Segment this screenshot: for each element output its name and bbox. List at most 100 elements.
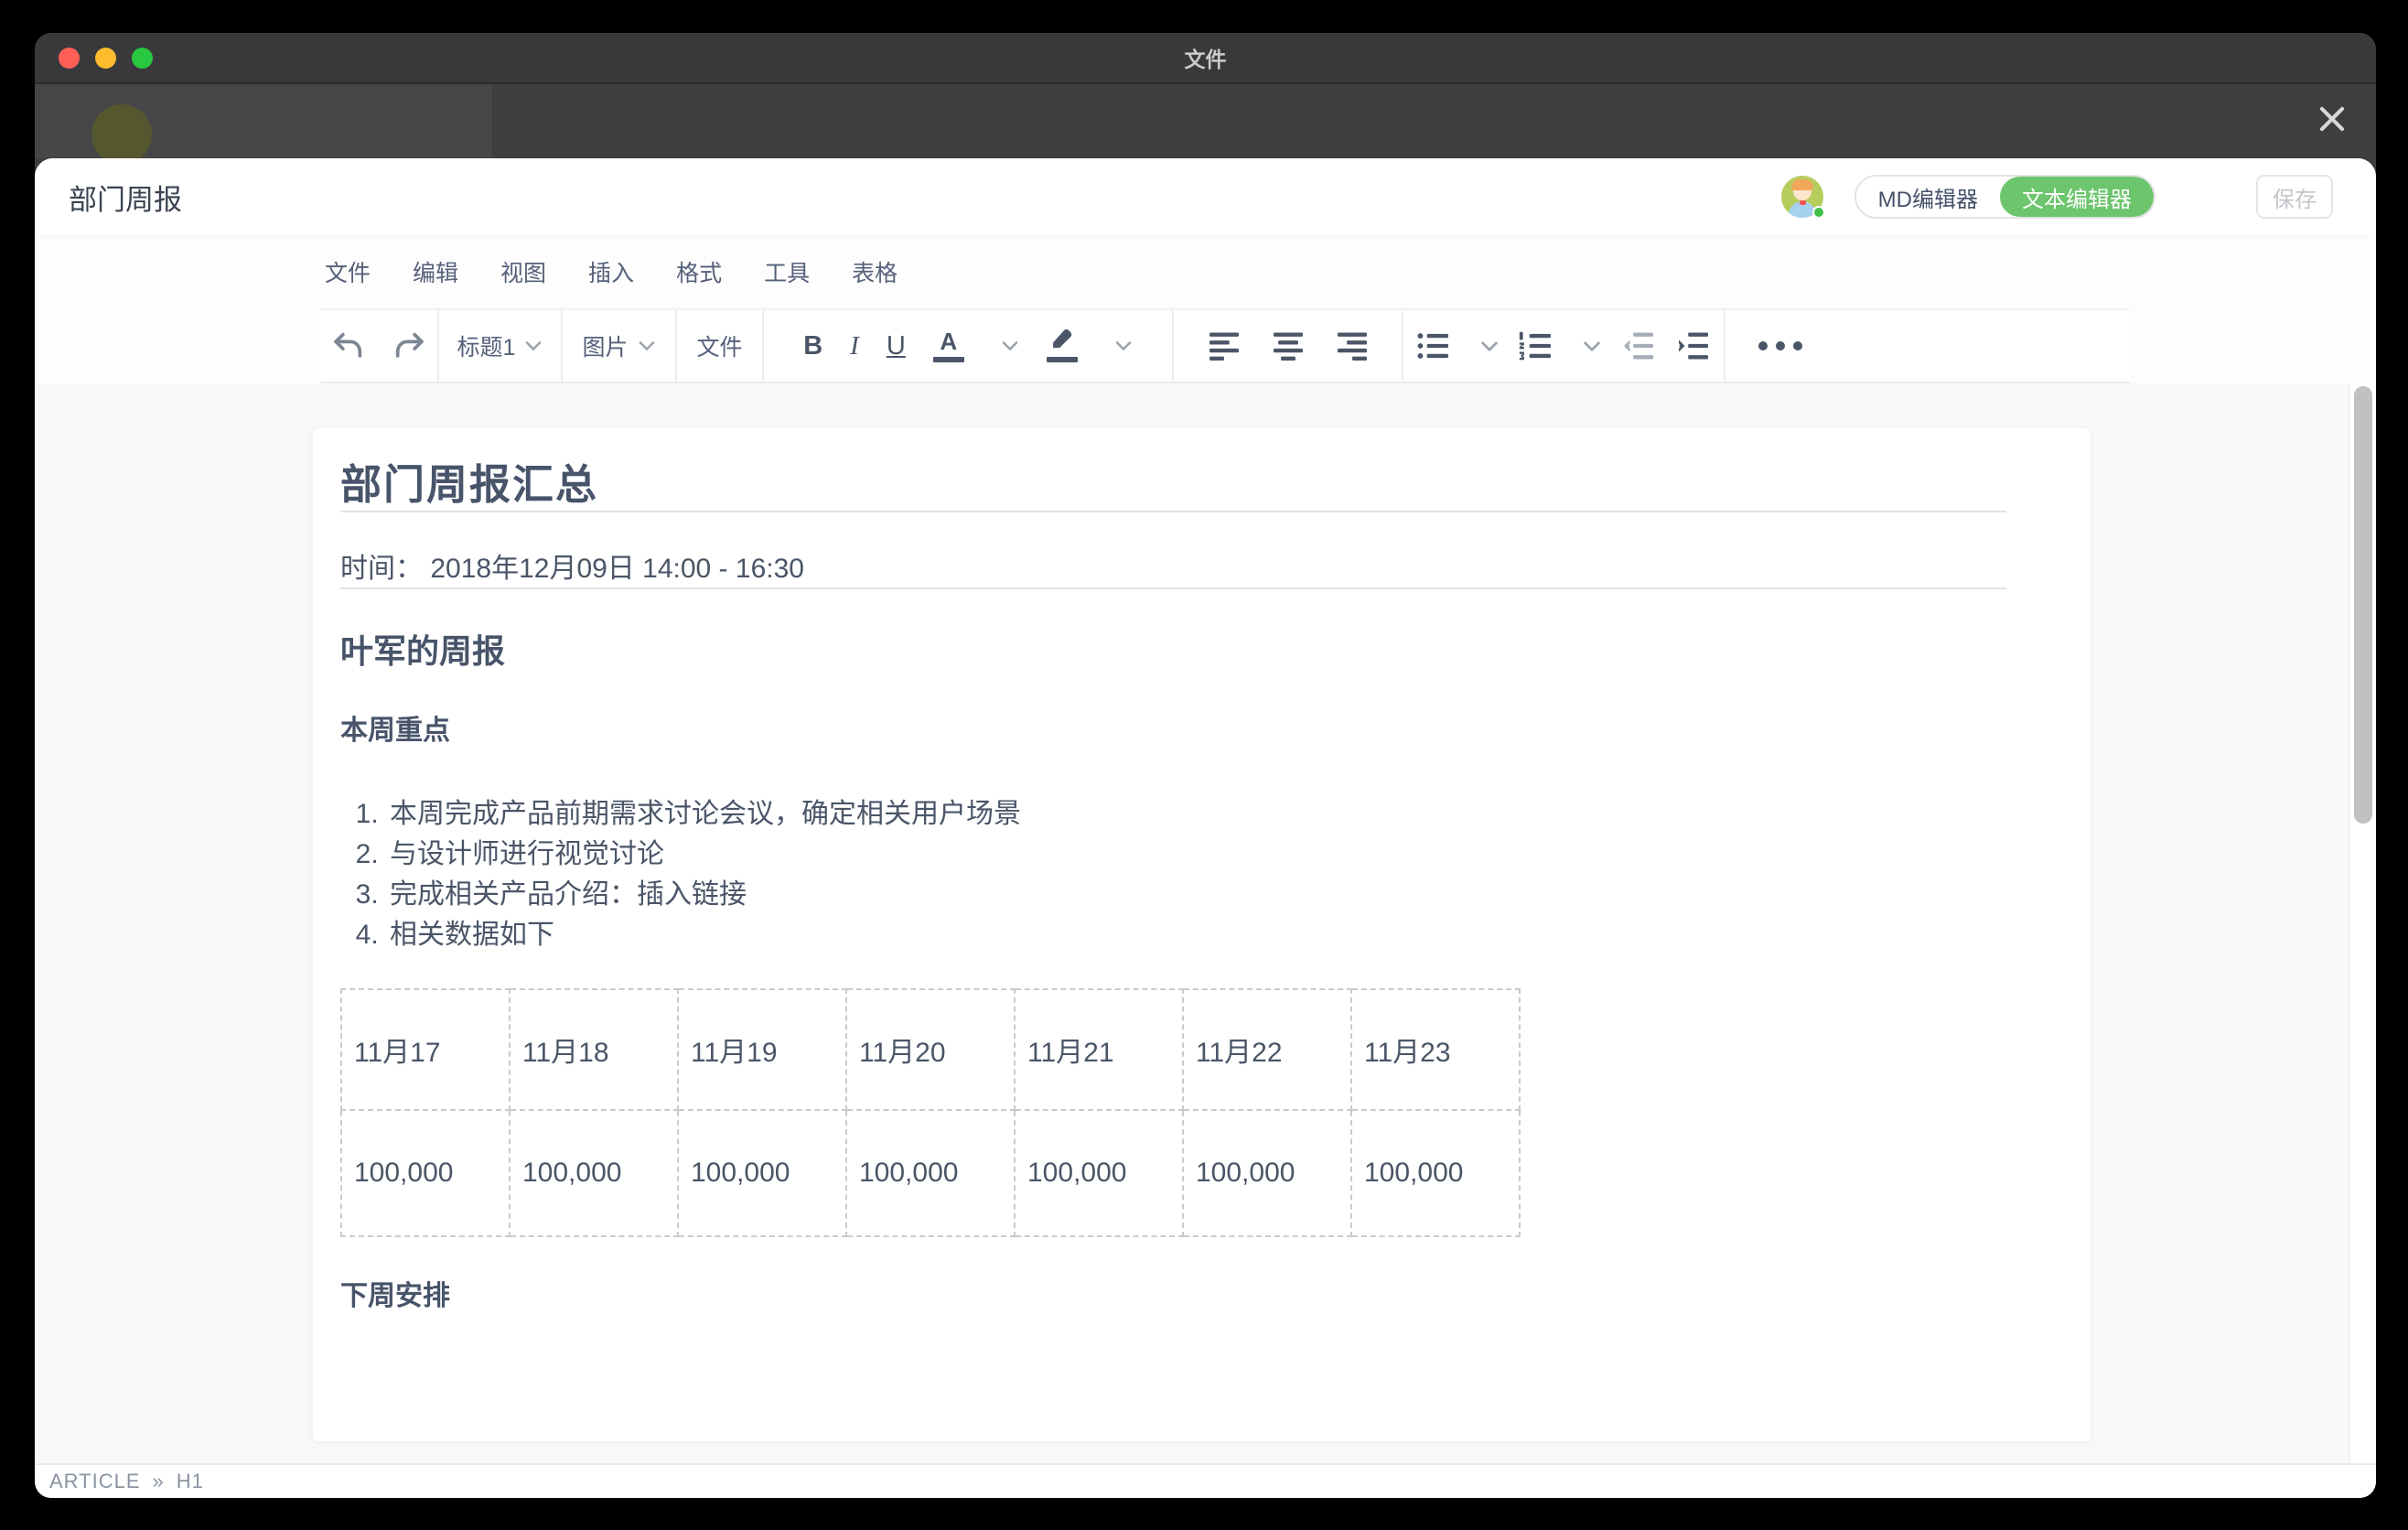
screen: 文件 部门周报 — [0, 0, 2408, 1530]
page-scrollbar[interactable] — [2349, 383, 2376, 1463]
highlight-bar — [1047, 357, 1078, 362]
doc-table[interactable]: 11月1711月1811月1911月2011月2111月2211月23100,0… — [340, 988, 1521, 1237]
breadcrumb-segment: H1 — [177, 1470, 204, 1493]
bullet-list-icon — [1415, 331, 1452, 361]
chevron-down-icon — [638, 339, 656, 352]
traffic-lights — [59, 33, 153, 82]
minimize-traffic-light[interactable] — [95, 48, 116, 69]
heading-group: 标题1 — [439, 310, 563, 382]
align-left-icon — [1207, 331, 1242, 361]
indent-button[interactable] — [1675, 331, 1712, 361]
menu-item[interactable]: 视图 — [500, 255, 546, 288]
md-editor-button[interactable]: MD编辑器 — [1856, 177, 2000, 217]
menu-item[interactable]: 工具 — [764, 255, 810, 288]
doc-list-item[interactable]: 与设计师进行视觉讨论 — [386, 835, 2006, 875]
redo-icon — [392, 330, 426, 361]
close-icon — [2315, 102, 2349, 136]
close-traffic-light[interactable] — [59, 48, 80, 69]
doc-time-line[interactable]: 时间： 2018年12月09日 14:00 - 16:30 — [340, 551, 2006, 587]
menu-item[interactable]: 文件 — [325, 255, 371, 288]
dialog-header: 部门周报 MD编辑器 文本编辑器 保存 — [35, 158, 2376, 235]
image-group: 图片 — [563, 310, 677, 382]
table-header-cell[interactable]: 11月17 — [341, 989, 510, 1110]
table-header-cell[interactable]: 11月22 — [1183, 989, 1351, 1110]
undo-button[interactable] — [331, 330, 366, 361]
table-value-cell[interactable]: 100,000 — [341, 1110, 510, 1236]
table-row: 11月1711月1811月1911月2011月2111月2211月23 — [341, 989, 1520, 1110]
table-header-cell[interactable]: 11月18 — [510, 989, 678, 1110]
status-bar: ARTICLE » H1 — [35, 1463, 2376, 1498]
chevron-down-icon[interactable] — [1479, 339, 1500, 353]
menu-item[interactable]: 编辑 — [413, 255, 458, 288]
table-header-cell[interactable]: 11月20 — [846, 989, 1015, 1110]
highlighter-icon — [1047, 329, 1078, 353]
doc-subsection-this-week[interactable]: 本周重点 — [340, 714, 2006, 749]
outdent-icon — [1620, 331, 1657, 361]
menu-item[interactable]: 格式 — [676, 255, 722, 288]
save-button[interactable]: 保存 — [2256, 175, 2333, 219]
redo-button[interactable] — [392, 330, 426, 361]
table-header-cell[interactable]: 11月23 — [1351, 989, 1520, 1110]
insert-file-button[interactable]: 文件 — [696, 329, 742, 362]
doc-section-heading[interactable]: 叶军的周报 — [340, 631, 2006, 672]
chevron-down-icon[interactable] — [1582, 339, 1602, 353]
table-value-cell[interactable]: 100,000 — [510, 1110, 678, 1236]
numbered-list-icon — [1518, 331, 1554, 361]
align-center-icon — [1271, 331, 1306, 361]
chevron-down-icon[interactable] — [1114, 339, 1133, 352]
table-header-cell[interactable]: 11月19 — [678, 989, 846, 1110]
menu-item[interactable]: 表格 — [852, 255, 898, 288]
doc-list-item[interactable]: 完成相关产品介绍：插入链接 — [386, 875, 2006, 915]
doc-subsection-next-week[interactable]: 下周安排 — [340, 1279, 2006, 1314]
align-right-button[interactable] — [1335, 331, 1370, 361]
zoom-traffic-light[interactable] — [132, 48, 153, 69]
text-editor-button[interactable]: 文本编辑器 — [2000, 177, 2154, 217]
document-title: 部门周报 — [69, 177, 182, 218]
scrollbar-thumb[interactable] — [2354, 386, 2372, 824]
app-window: 文件 部门周报 — [35, 33, 2376, 1498]
doc-heading[interactable]: 部门周报汇总 — [340, 459, 2006, 511]
editor-canvas: 部门周报汇总 时间： 2018年12月09日 14:00 - 16:30 叶军的… — [35, 383, 2376, 1463]
avatar[interactable] — [1781, 176, 1823, 218]
doc-list-item[interactable]: 相关数据如下 — [386, 915, 2006, 955]
menu-item[interactable]: 插入 — [588, 255, 634, 288]
document-page[interactable]: 部门周报汇总 时间： 2018年12月09日 14:00 - 16:30 叶军的… — [313, 428, 2091, 1441]
underline-button[interactable]: U — [887, 331, 906, 361]
align-right-icon — [1335, 331, 1370, 361]
highlight-button[interactable] — [1047, 329, 1078, 362]
bold-button[interactable]: B — [803, 331, 822, 361]
insert-image-button[interactable]: 图片 — [582, 329, 655, 362]
font-color-button[interactable]: A — [933, 329, 964, 362]
dimmed-avatar — [91, 104, 152, 165]
table-value-cell[interactable]: 100,000 — [1351, 1110, 1520, 1236]
table-value-cell[interactable]: 100,000 — [1183, 1110, 1351, 1236]
table-value-cell[interactable]: 100,000 — [846, 1110, 1015, 1236]
color-bar — [933, 357, 964, 362]
heading-select[interactable]: 标题1 — [457, 329, 543, 362]
toolbar: 标题1 图片 — [320, 308, 2130, 383]
bullet-list-button[interactable] — [1415, 331, 1452, 361]
align-group — [1174, 310, 1403, 382]
dimmed-background — [35, 84, 2376, 158]
header-controls: MD编辑器 文本编辑器 保存 — [1781, 175, 2333, 219]
numbered-list-button[interactable] — [1518, 331, 1554, 361]
outdent-button[interactable] — [1620, 331, 1657, 361]
format-group: B I U A — [764, 310, 1174, 382]
divider — [340, 587, 2006, 589]
breadcrumb-separator: » — [153, 1470, 165, 1493]
doc-list-item[interactable]: 本周完成产品前期需求讨论会议，确定相关用户场景 — [386, 794, 2006, 835]
table-row: 100,000100,000100,000100,000100,000100,0… — [341, 1110, 1520, 1236]
toolbar-row: 标题1 图片 — [35, 308, 2376, 383]
align-left-button[interactable] — [1207, 331, 1242, 361]
italic-button[interactable]: I — [850, 331, 859, 361]
doc-numbered-list[interactable]: 本周完成产品前期需求讨论会议，确定相关用户场景与设计师进行视觉讨论完成相关产品介… — [340, 794, 2006, 955]
table-header-cell[interactable]: 11月21 — [1015, 989, 1183, 1110]
chevron-down-icon[interactable] — [1001, 339, 1019, 352]
table-value-cell[interactable]: 100,000 — [1015, 1110, 1183, 1236]
table-value-cell[interactable]: 100,000 — [678, 1110, 846, 1236]
more-button[interactable] — [1758, 341, 1802, 350]
align-center-button[interactable] — [1271, 331, 1306, 361]
close-button[interactable] — [2311, 98, 2353, 140]
file-group: 文件 — [677, 310, 764, 382]
more-group — [1725, 310, 1835, 382]
